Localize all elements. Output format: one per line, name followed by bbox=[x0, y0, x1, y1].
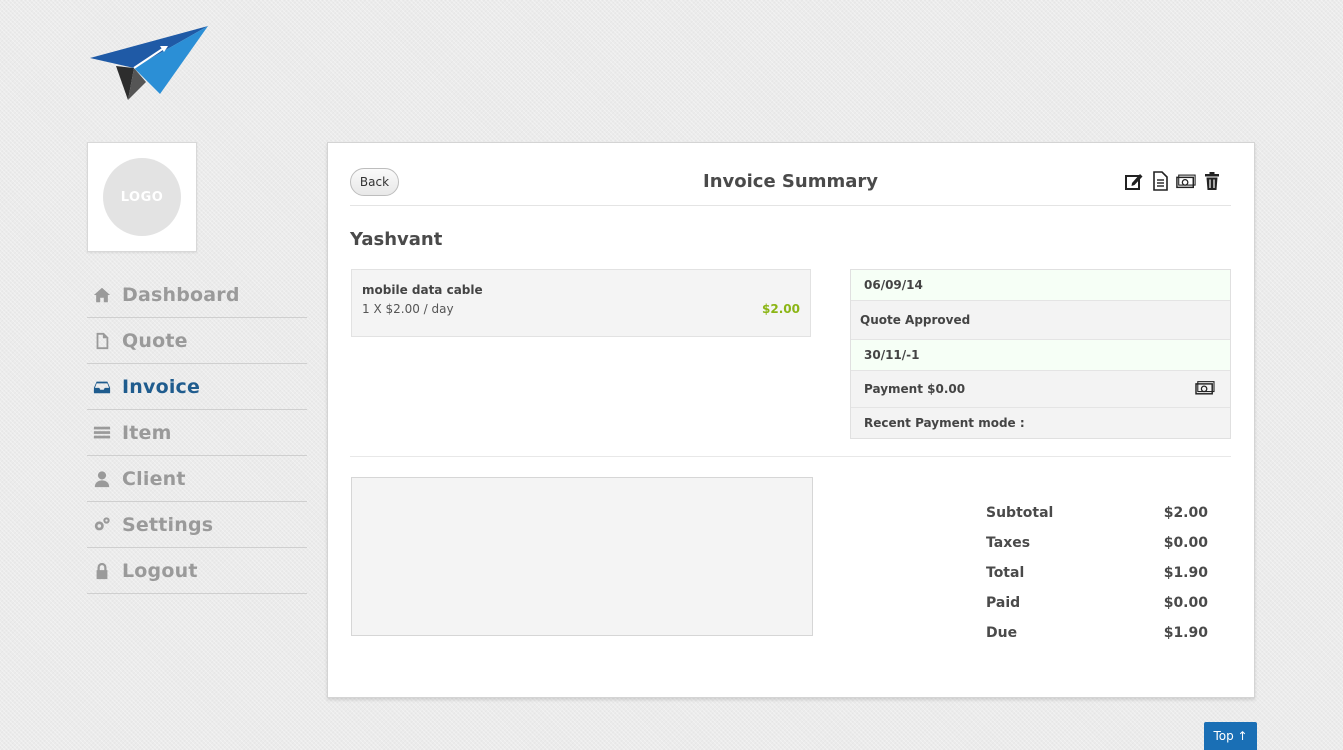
sidebar-item-item[interactable]: Item bbox=[87, 410, 307, 456]
payment-mode: Recent Payment mode : bbox=[864, 416, 1025, 430]
notes-box[interactable] bbox=[351, 477, 813, 636]
invoice-date: 06/09/14 bbox=[864, 278, 923, 292]
totals-table: Subtotal $2.00 Taxes $0.00 Total $1.90 P… bbox=[986, 505, 1208, 655]
totals-value: $2.00 bbox=[1163, 505, 1208, 521]
totals-label: Total bbox=[986, 565, 1025, 581]
paper-plane-logo-icon bbox=[90, 26, 208, 100]
document-icon bbox=[90, 331, 114, 351]
totals-value: $0.00 bbox=[1163, 535, 1208, 551]
brand-logo[interactable] bbox=[88, 24, 210, 102]
totals-label: Paid bbox=[986, 595, 1021, 611]
trash-icon[interactable] bbox=[1201, 170, 1223, 192]
edit-icon[interactable] bbox=[1123, 170, 1145, 192]
client-name: Yashvant bbox=[350, 229, 443, 250]
scroll-top-button[interactable]: Top ↑ bbox=[1204, 722, 1257, 750]
sidebar-item-logout[interactable]: Logout bbox=[87, 548, 307, 594]
avatar-logo-text: LOGO bbox=[120, 189, 164, 205]
sidebar-item-label: Client bbox=[122, 467, 186, 490]
invoice-due-date: 30/11/-1 bbox=[864, 348, 920, 362]
document-icon[interactable] bbox=[1149, 170, 1171, 192]
totals-row-due: Due $1.90 bbox=[986, 625, 1208, 655]
totals-row-taxes: Taxes $0.00 bbox=[986, 535, 1208, 565]
totals-label: Taxes bbox=[986, 535, 1031, 551]
header-actions bbox=[1123, 170, 1223, 192]
list-icon bbox=[90, 423, 114, 443]
sidebar-item-quote[interactable]: Quote bbox=[87, 318, 307, 364]
item-quantity-line: 1 X $2.00 / day bbox=[362, 302, 454, 316]
inbox-icon bbox=[90, 377, 114, 397]
item-name: mobile data cable bbox=[362, 283, 483, 297]
sidebar-item-dashboard[interactable]: Dashboard bbox=[87, 272, 307, 318]
panel-header: Back Invoice Summary bbox=[350, 165, 1231, 206]
gears-icon bbox=[90, 515, 114, 535]
section-divider bbox=[350, 456, 1231, 457]
totals-value: $0.00 bbox=[1163, 595, 1208, 611]
user-icon bbox=[90, 469, 114, 489]
sidebar-item-invoice[interactable]: Invoice bbox=[87, 364, 307, 410]
sidebar-item-client[interactable]: Client bbox=[87, 456, 307, 502]
payment-amount: Payment $0.00 bbox=[864, 382, 966, 396]
avatar: LOGO bbox=[103, 158, 181, 236]
home-icon bbox=[90, 285, 114, 305]
status-date-row: 06/09/14 bbox=[851, 270, 1230, 301]
money-icon[interactable] bbox=[1194, 379, 1216, 400]
invoice-summary-panel: Back Invoice Summary Yashvant mobile dat… bbox=[327, 142, 1255, 698]
page-title: Invoice Summary bbox=[703, 171, 878, 192]
status-payment-row: Payment $0.00 bbox=[851, 371, 1230, 408]
totals-row-total: Total $1.90 bbox=[986, 565, 1208, 595]
money-icon[interactable] bbox=[1175, 170, 1197, 192]
sidebar-item-label: Invoice bbox=[122, 375, 201, 398]
item-price: $2.00 bbox=[762, 302, 800, 316]
sidebar-item-settings[interactable]: Settings bbox=[87, 502, 307, 548]
line-item-card: mobile data cable 1 X $2.00 / day $2.00 bbox=[351, 269, 811, 337]
sidebar-nav: Dashboard Quote Invoice Item Client Sett… bbox=[87, 272, 307, 594]
sidebar-item-label: Quote bbox=[122, 329, 188, 352]
status-due-row: 30/11/-1 bbox=[851, 340, 1230, 371]
sidebar-item-label: Settings bbox=[122, 513, 214, 536]
sidebar-item-label: Logout bbox=[122, 559, 198, 582]
totals-value: $1.90 bbox=[1163, 625, 1208, 641]
totals-label: Due bbox=[986, 625, 1018, 641]
totals-label: Subtotal bbox=[986, 505, 1054, 521]
invoice-state: Quote Approved bbox=[860, 313, 971, 327]
totals-row-paid: Paid $0.00 bbox=[986, 595, 1208, 625]
status-payment-mode-row: Recent Payment mode : bbox=[851, 408, 1230, 438]
lock-icon bbox=[90, 561, 114, 581]
totals-row-subtotal: Subtotal $2.00 bbox=[986, 505, 1208, 535]
sidebar-item-label: Dashboard bbox=[122, 283, 240, 306]
invoice-status-box: 06/09/14 Quote Approved 30/11/-1 Payment… bbox=[850, 269, 1231, 439]
status-state-row: Quote Approved bbox=[851, 301, 1230, 340]
sidebar-item-label: Item bbox=[122, 421, 172, 444]
totals-value: $1.90 bbox=[1163, 565, 1208, 581]
profile-logo-box[interactable]: LOGO bbox=[87, 142, 197, 252]
